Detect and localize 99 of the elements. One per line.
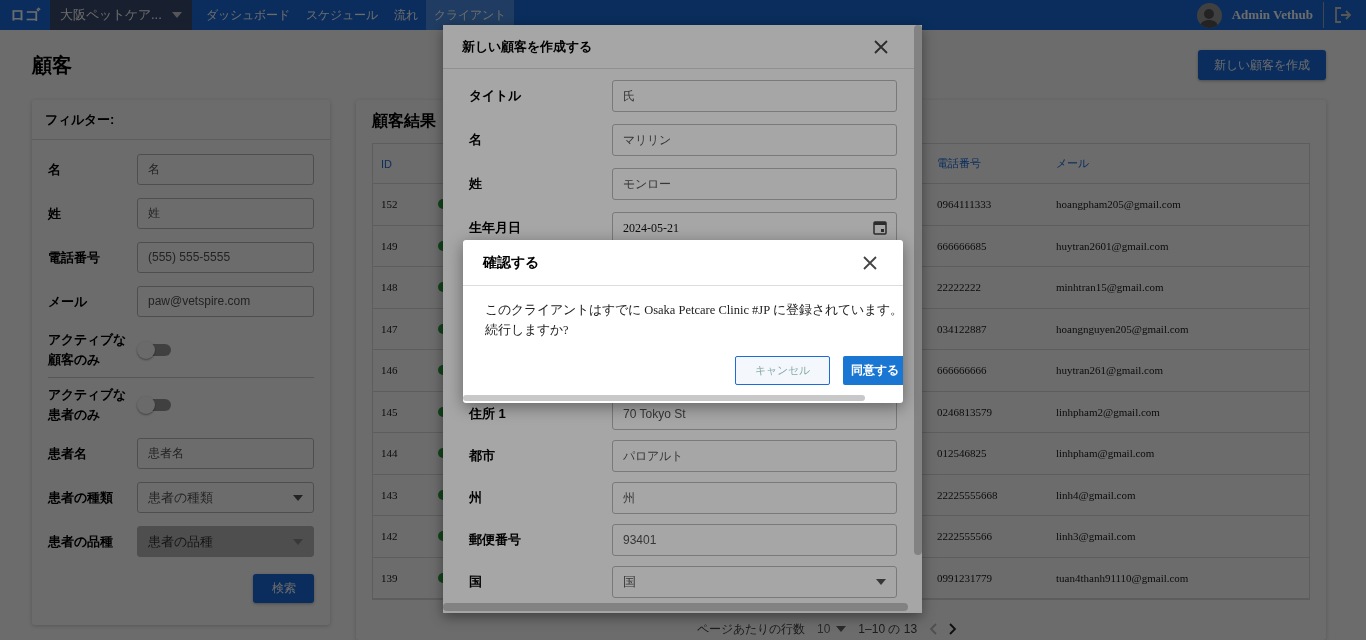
scrollbar-thumb[interactable] xyxy=(463,395,865,401)
scrollbar-thumb[interactable] xyxy=(914,25,922,555)
table-cell-text: 2222555566 xyxy=(936,530,993,543)
column-header[interactable]: ID xyxy=(373,157,429,170)
table-cell-text: 152 xyxy=(380,198,399,211)
field-label: 電話番号 xyxy=(48,248,101,267)
field-label: 郵便番号 xyxy=(469,531,522,549)
table-cell-text: 145 xyxy=(380,405,399,418)
table-cell-text: 147 xyxy=(380,322,399,335)
next-page-icon[interactable] xyxy=(949,623,958,635)
input-field[interactable]: 州 xyxy=(612,482,897,514)
toggle-switch[interactable] xyxy=(137,341,171,359)
page-title: 顧客 xyxy=(32,52,72,78)
close-icon[interactable] xyxy=(863,255,877,270)
switch-label: アクティブな顧客のみ xyxy=(48,331,127,369)
caret-icon xyxy=(836,626,847,632)
filter-title: フィルター: xyxy=(32,100,330,140)
column-header[interactable]: メール xyxy=(1048,156,1309,171)
filter-input-field[interactable]: 患者名 xyxy=(137,438,314,469)
create-customer-button[interactable]: 新しい顧客を作成 xyxy=(1198,50,1326,80)
table-cell-text: tuan4thanh91110@gmail.com xyxy=(1055,571,1190,584)
column-header[interactable]: 電話番号 xyxy=(929,156,1048,171)
input-field[interactable]: 93401 xyxy=(612,524,897,556)
table-cell-text: 034122887 xyxy=(936,322,988,335)
field-label: メール xyxy=(48,292,88,311)
filter-input-field[interactable]: (555) 555-5555 xyxy=(137,242,314,273)
field-label: タイトル xyxy=(469,87,522,105)
table-cell-text: 22222222 xyxy=(936,281,982,294)
modal-title: 新しい顧客を作成する xyxy=(462,37,592,56)
field-label: 名 xyxy=(48,160,62,179)
field-label: 姓 xyxy=(48,204,62,223)
table-cell-text: 142 xyxy=(380,530,399,543)
rows-per-page-label: ページあたりの行数 xyxy=(697,620,805,638)
field-label: 州 xyxy=(469,489,483,507)
results-title: 顧客結果 xyxy=(372,111,436,131)
input-field[interactable]: マリリン xyxy=(612,124,897,156)
search-button[interactable]: 検索 xyxy=(253,574,314,603)
filter-input-field[interactable]: paw@vetspire.com xyxy=(137,286,314,317)
table-cell-text: minhtran15@gmail.com xyxy=(1055,281,1165,294)
user-name[interactable]: Admin Vethub xyxy=(1231,2,1324,28)
nav-link[interactable]: ダッシュボード xyxy=(197,0,298,30)
table-cell-text: linh3@gmail.com xyxy=(1055,530,1137,543)
table-cell-text: 139 xyxy=(380,571,399,584)
dialog-title: 確認する xyxy=(483,253,539,272)
rows-per-page-select[interactable]: 10 xyxy=(817,622,847,636)
table-cell-text: linhpham@gmail.com xyxy=(1055,447,1156,460)
nav-link[interactable]: 流れ xyxy=(385,0,426,30)
table-cell-text: 0964111333 xyxy=(936,198,993,211)
field-label: 患者名 xyxy=(48,444,88,463)
field-label: 姓 xyxy=(469,175,483,193)
table-cell-text: huytran2601@gmail.com xyxy=(1055,239,1170,252)
select-field[interactable]: 国 xyxy=(612,566,897,598)
previous-page-icon[interactable] xyxy=(929,623,938,635)
table-cell-text: 0991231779 xyxy=(936,571,993,584)
table-cell-text: 149 xyxy=(380,239,399,252)
table-cell-text: hoangpham205@gmail.com xyxy=(1055,198,1182,211)
table-cell-text: 143 xyxy=(380,488,399,501)
input-field[interactable]: パロアルト xyxy=(612,440,897,472)
logout-icon[interactable] xyxy=(1334,6,1352,24)
table-cell-text: huytran261@gmail.com xyxy=(1055,364,1164,377)
caret-icon xyxy=(876,579,886,585)
table-cell-text: linh4@gmail.com xyxy=(1055,488,1137,501)
avatar-icon[interactable] xyxy=(1196,2,1222,28)
caret-icon xyxy=(293,494,303,501)
filter-input-field[interactable]: 姓 xyxy=(137,198,314,229)
table-cell-text: 22225555668 xyxy=(936,488,999,501)
field-label: 国 xyxy=(469,573,483,591)
switch-label: アクティブな患者のみ xyxy=(48,386,127,424)
clinic-select[interactable]: 大阪ペットケア... xyxy=(50,0,192,30)
table-cell-text: 146 xyxy=(380,364,399,377)
field-label: 都市 xyxy=(469,447,496,465)
calendar-icon[interactable] xyxy=(873,220,887,235)
table-cell-text: 0246813579 xyxy=(936,405,993,418)
table-cell-text: hoangnguyen205@gmail.com xyxy=(1055,322,1190,335)
field-label: 住所 1 xyxy=(469,405,507,423)
table-cell-text: 666666666 xyxy=(936,364,988,377)
field-label: 生年月日 xyxy=(469,219,522,237)
page-range: 1–10 の 13 xyxy=(858,620,918,638)
caret-icon xyxy=(171,12,182,18)
table-cell-text: 148 xyxy=(380,281,399,294)
table-cell-text: 666666685 xyxy=(936,239,988,252)
field-label: 患者の品種 xyxy=(48,532,114,551)
cancel-button[interactable]: キャンセル xyxy=(735,356,830,385)
filter-input-field[interactable]: 名 xyxy=(137,154,314,185)
filter-select[interactable]: 患者の種類 xyxy=(137,482,314,513)
input-field[interactable]: 氏 xyxy=(612,80,897,112)
agree-button[interactable]: 同意する xyxy=(843,356,903,385)
nav-link[interactable]: スケジュール xyxy=(297,0,386,30)
field-label: 名 xyxy=(469,131,483,149)
table-cell-text: 012546825 xyxy=(936,447,988,460)
logo: ロゴ xyxy=(9,5,42,25)
toggle-switch[interactable] xyxy=(137,396,171,414)
table-cell-text: 144 xyxy=(380,447,399,460)
field-label: 患者の種類 xyxy=(48,488,114,507)
input-field[interactable]: モンロー xyxy=(612,168,897,200)
dialog-message: このクライアントはすでに Osaka Petcare Clinic #JP に登録されています。続行しますか? xyxy=(484,302,903,339)
close-icon[interactable] xyxy=(874,39,888,54)
scrollbar-thumb[interactable] xyxy=(443,603,908,611)
table-cell-text: linhpham2@gmail.com xyxy=(1055,405,1161,418)
